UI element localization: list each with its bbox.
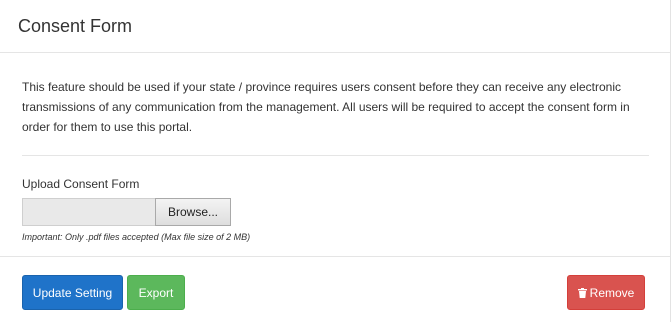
intro-text: This feature should be used if your stat…: [22, 80, 630, 134]
export-button[interactable]: Export: [127, 275, 185, 310]
file-hint: Important: Only .pdf files accepted (Max…: [22, 232, 251, 242]
file-upload-field[interactable]: Browse...: [22, 198, 648, 226]
divider: [22, 155, 649, 156]
consent-form-panel: Consent Form This feature should be used…: [0, 0, 671, 322]
remove-label: Remove: [589, 285, 635, 300]
remove-button[interactable]: Remove: [567, 275, 645, 310]
panel-footer: Update Setting Export Remove: [0, 256, 670, 322]
update-setting-button[interactable]: Update Setting: [22, 275, 123, 310]
panel-body: This feature should be used if your stat…: [0, 53, 670, 243]
upload-label: Upload Consent Form: [22, 177, 140, 191]
file-name-display[interactable]: [22, 198, 155, 226]
trash-icon: [577, 287, 587, 298]
panel-header: Consent Form: [0, 0, 670, 53]
browse-button[interactable]: Browse...: [155, 198, 231, 226]
page-title: Consent Form: [18, 16, 133, 36]
